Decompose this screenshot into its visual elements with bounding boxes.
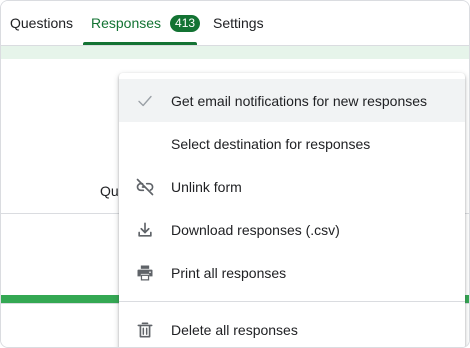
menu-item-label: Download responses (.csv) xyxy=(171,221,340,238)
menu-item-print-all[interactable]: Print all responses xyxy=(119,251,465,294)
tab-settings-label: Settings xyxy=(213,15,264,31)
menu-item-label: Delete all responses xyxy=(171,321,298,338)
menu-item-download-csv[interactable]: Download responses (.csv) xyxy=(119,208,465,251)
tab-questions-label: Questions xyxy=(10,15,74,31)
print-icon xyxy=(135,263,155,283)
tab-questions[interactable]: Questions xyxy=(10,1,73,45)
forms-responses-panel: Questions Responses 413 Settings Que Get… xyxy=(0,0,470,348)
header-band xyxy=(1,45,469,59)
menu-item-unlink-form[interactable]: Unlink form xyxy=(119,165,465,208)
menu-item-label: Select destination for responses xyxy=(171,135,371,152)
menu-item-label: Get email notifications for new response… xyxy=(171,92,428,109)
unlink-icon xyxy=(135,177,155,197)
menu-divider xyxy=(119,301,465,302)
download-icon xyxy=(135,220,155,240)
tab-bar: Questions Responses 413 Settings xyxy=(1,1,469,45)
tab-responses-label: Responses xyxy=(91,15,162,31)
tab-responses[interactable]: Responses 413 xyxy=(83,1,208,45)
menu-item-select-destination[interactable]: Select destination for responses xyxy=(119,122,465,165)
responses-more-menu: Get email notifications for new response… xyxy=(119,73,465,347)
menu-item-delete-all[interactable]: Delete all responses xyxy=(119,308,465,347)
menu-item-email-notifications[interactable]: Get email notifications for new response… xyxy=(119,79,465,122)
trash-icon xyxy=(135,320,155,340)
responses-count-badge: 413 xyxy=(170,14,201,32)
menu-item-label: Unlink form xyxy=(171,178,242,195)
menu-item-label: Print all responses xyxy=(171,264,287,281)
tab-settings[interactable]: Settings xyxy=(213,1,264,45)
check-icon xyxy=(135,91,155,111)
